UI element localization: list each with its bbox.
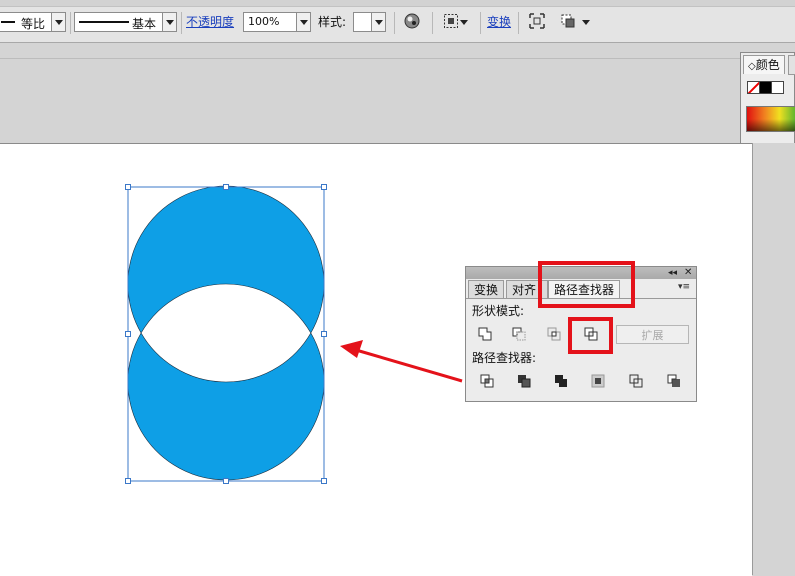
resize-handle[interactable] [321,184,327,190]
highlight-exclude-button [568,317,613,354]
annotation-arrow [340,340,463,383]
resize-handle[interactable] [321,331,327,337]
resize-handle[interactable] [125,478,131,484]
panel-menu-icon[interactable]: ▾≡ [678,282,690,292]
compound-shape[interactable] [127,185,325,481]
highlight-pathfinder-tab [538,261,635,308]
minus-front-icon[interactable] [510,325,528,343]
shape-modes-label: 形状模式: [472,304,525,318]
resize-handle[interactable] [125,331,131,337]
pathfinders-label: 路径查找器: [472,351,537,365]
resize-handle[interactable] [223,184,229,190]
resize-handle[interactable] [223,478,229,484]
close-icon[interactable]: ✕ [684,267,692,279]
minus-back-icon[interactable] [665,372,683,390]
tab-label: 变换 [474,283,499,297]
outline-icon[interactable] [627,372,645,390]
merge-icon[interactable] [552,372,570,390]
trim-icon[interactable] [515,372,533,390]
resize-handle[interactable] [125,184,131,190]
crop-icon[interactable] [589,372,607,390]
collapse-icon[interactable]: ◂◂ [668,267,677,279]
resize-handle[interactable] [321,478,327,484]
unite-icon[interactable] [476,325,494,343]
intersect-icon[interactable] [545,325,563,343]
expand-button[interactable]: 扩展 [616,325,689,344]
tab-transform[interactable]: 变换 [468,280,505,299]
divide-icon[interactable] [478,372,496,390]
tab-label: 对齐 [512,283,537,297]
